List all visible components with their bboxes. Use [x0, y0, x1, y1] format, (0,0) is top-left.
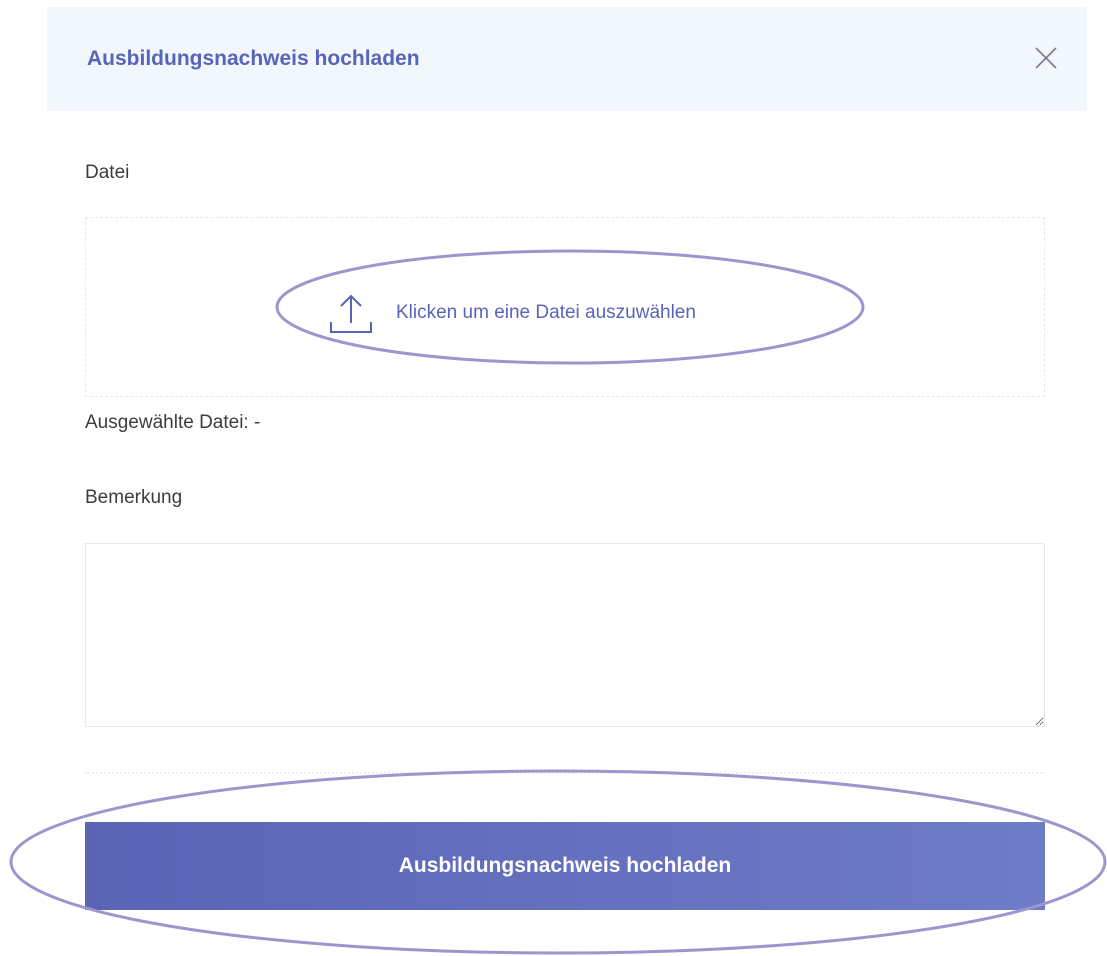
- selected-file: Ausgewählte Datei: -: [85, 412, 260, 434]
- close-button[interactable]: [1033, 45, 1059, 71]
- file-dropzone[interactable]: Klicken um eine Datei auszuwählen: [85, 217, 1045, 397]
- divider: [85, 772, 1045, 774]
- selected-file-label: Ausgewählte Datei:: [85, 412, 249, 433]
- selected-file-value: -: [254, 412, 261, 433]
- modal-header: Ausbildungsnachweis hochladen: [47, 7, 1087, 111]
- annotation-overlay: [9, 249, 1107, 955]
- close-icon: [1035, 47, 1057, 69]
- remark-label: Bemerkung: [85, 487, 183, 508]
- dropzone-text: Klicken um eine Datei auszuwählen: [396, 302, 696, 323]
- dropzone-content: Klicken um eine Datei auszuwählen: [328, 290, 696, 336]
- upload-icon: [330, 294, 372, 333]
- upload-submit-button[interactable]: Ausbildungsnachweis hochladen: [85, 822, 1045, 910]
- remark-textarea[interactable]: [85, 543, 1045, 727]
- modal-title: Ausbildungsnachweis hochladen: [87, 47, 420, 70]
- file-label: Datei: [85, 162, 130, 183]
